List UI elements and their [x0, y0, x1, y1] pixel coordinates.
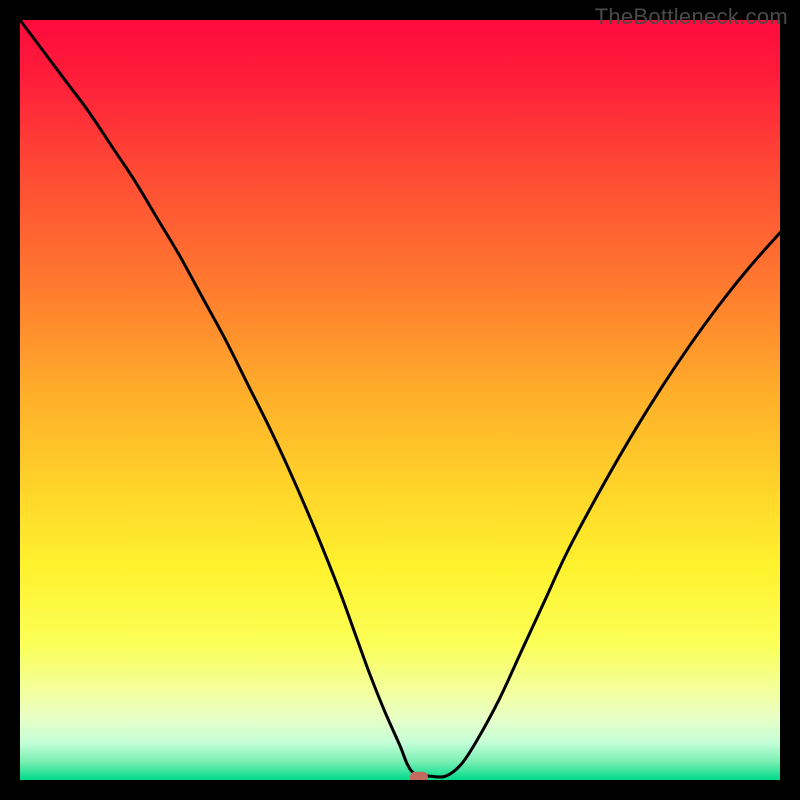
plot-background [20, 20, 780, 780]
chart-frame: TheBottleneck.com [0, 0, 800, 800]
plot-area [20, 20, 780, 780]
watermark-text: TheBottleneck.com [595, 4, 788, 30]
plot-svg [20, 20, 780, 780]
optimum-marker [410, 772, 428, 780]
